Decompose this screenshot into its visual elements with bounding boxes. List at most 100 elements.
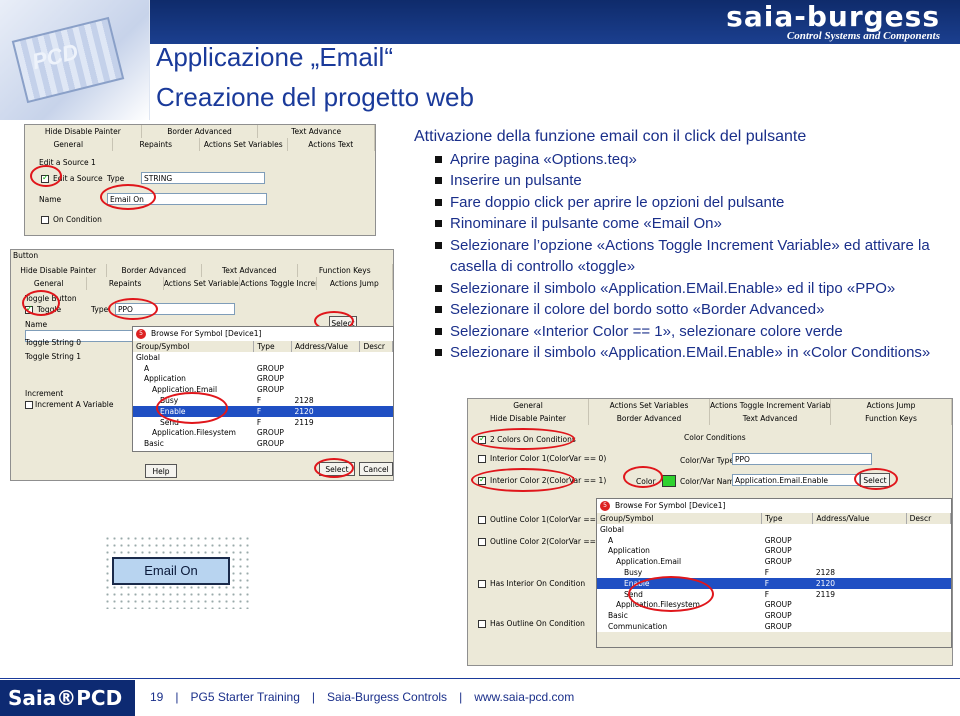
column-header[interactable]: Address/Value xyxy=(812,513,907,524)
table-cell: 2119 xyxy=(815,589,835,599)
table-cell xyxy=(906,556,950,567)
has-outline-checkbox[interactable] xyxy=(478,620,486,628)
tab-hide-disable-painter[interactable]: Hide Disable Painter xyxy=(468,412,589,425)
table-cell xyxy=(360,395,393,406)
outline-color-1-checkbox[interactable] xyxy=(478,516,486,524)
table-row[interactable]: Global xyxy=(133,352,393,363)
tab-actions-jump[interactable]: Actions Jump xyxy=(317,277,393,290)
column-header[interactable]: Address/Value xyxy=(291,341,361,352)
highlight-circle xyxy=(100,184,156,210)
table-cell xyxy=(813,524,906,535)
tab-repaints[interactable]: Repaints xyxy=(87,277,164,290)
tab-general[interactable]: General xyxy=(468,399,589,412)
table-cell: GROUP xyxy=(256,385,284,395)
tab-actions-set-variables[interactable]: Actions Set Variables xyxy=(164,277,241,290)
color-var-type-field[interactable]: PPO xyxy=(732,453,872,465)
tab-hide-disable-painter[interactable]: Hide Disable Painter xyxy=(25,125,142,138)
tab-border-advanced[interactable]: Border Advanced xyxy=(589,412,710,425)
tab-general[interactable]: General xyxy=(25,138,113,151)
table-row[interactable]: Basic GROUP xyxy=(133,438,393,449)
tab-border-advanced[interactable]: Border Advanced xyxy=(107,264,202,277)
tab-text-advanced[interactable]: Text Advanced xyxy=(202,264,298,277)
outline-color-2-checkbox[interactable] xyxy=(478,538,486,546)
tab-text-advanced[interactable]: Text Advance xyxy=(258,125,375,138)
list-item: Rinominare il pulsante come «Email On» xyxy=(414,213,959,235)
table-cell: F xyxy=(256,396,262,406)
table-cell xyxy=(360,449,393,451)
name-label: Name xyxy=(25,320,48,329)
table-row[interactable]: CommunicationGROUP xyxy=(133,449,393,451)
tab-actions-jump[interactable]: Actions Jump xyxy=(831,399,952,412)
tab-text-advanced[interactable]: Text Advanced xyxy=(710,412,831,425)
table-cell xyxy=(360,363,393,374)
website-link[interactable]: www.saia-pcd.com xyxy=(474,690,574,704)
table-row[interactable]: Basic GROUP xyxy=(597,610,951,621)
tab-actions-set-variables[interactable]: Actions Set Variables xyxy=(589,399,710,412)
tab-hide-disable-painter[interactable]: Hide Disable Painter xyxy=(11,264,107,277)
column-header[interactable]: Descr xyxy=(359,341,393,352)
on-condition-checkbox[interactable] xyxy=(41,216,49,224)
table-row[interactable]: Application.Filesystem GROUP xyxy=(133,428,393,439)
instruction-text: Attivazione della funzione email con il … xyxy=(414,126,959,364)
table-cell xyxy=(813,535,906,546)
symbol-name-cell: Application xyxy=(144,374,186,384)
cancel-button[interactable]: Cancel xyxy=(359,462,393,476)
table-cell xyxy=(360,384,393,395)
color-var-name-field[interactable]: Application.Email.Enable xyxy=(732,474,860,486)
table-cell xyxy=(906,610,950,621)
table-cell: 2120 xyxy=(291,405,360,417)
tab-actions-set-variables[interactable]: Actions Set Variables xyxy=(200,138,288,151)
column-header[interactable]: Group/Symbol xyxy=(597,513,763,524)
browse-for-symbol-dialog-2: 5 Browse For Symbol [Device1] Group/Symb… xyxy=(596,498,952,648)
list-item: Fare doppio click per aprire le opzioni … xyxy=(414,192,959,214)
type-field[interactable]: STRING xyxy=(141,172,265,184)
increment-checkbox[interactable] xyxy=(25,401,33,409)
tab-function-keys[interactable]: Function Keys xyxy=(831,412,952,425)
page-number: 19 xyxy=(150,690,164,704)
table-cell xyxy=(359,405,393,417)
has-interior-checkbox[interactable] xyxy=(478,580,486,588)
help-button[interactable]: Help xyxy=(145,464,177,478)
table-cell xyxy=(360,417,393,428)
table-cell: F xyxy=(256,417,262,427)
outline-color-1-label: Outline Color 1(ColorVar == 0) xyxy=(490,515,607,524)
green-color-swatch[interactable] xyxy=(662,475,676,487)
email-on-button[interactable]: Email On xyxy=(112,557,230,585)
table-row[interactable]: A GROUP xyxy=(133,363,393,374)
tab-function-keys[interactable]: Function Keys xyxy=(298,264,393,277)
color-var-name-label: Color/Var Name xyxy=(680,477,739,486)
table-header: Group/Symbol Type Address/Value Descr xyxy=(597,513,951,524)
table-row[interactable]: CommunicationGROUP xyxy=(597,621,951,632)
table-row[interactable]: Application GROUP xyxy=(597,546,951,557)
table-row[interactable]: Global xyxy=(597,524,951,535)
column-header[interactable]: Group/Symbol xyxy=(133,341,255,352)
interior-color-off-checkbox[interactable] xyxy=(478,455,486,463)
tab-general[interactable]: General xyxy=(11,277,88,290)
color-conditions-label: Color Conditions xyxy=(684,433,746,442)
tab-actions-text[interactable]: Actions Text xyxy=(288,138,375,151)
table-cell: GROUP xyxy=(254,449,292,451)
brand-name: saia-burgess xyxy=(726,0,940,33)
tab-row-1: Hide Disable Painter Border Advanced Tex… xyxy=(25,125,375,138)
table-cell xyxy=(906,524,950,535)
table-row[interactable]: Busy F 2128 xyxy=(597,567,951,578)
column-header[interactable]: Type xyxy=(253,341,292,352)
table-row[interactable]: A GROUP xyxy=(597,535,951,546)
tab-repaints[interactable]: Repaints xyxy=(113,138,200,151)
table-cell xyxy=(813,610,906,621)
tab-actions-toggle-increment[interactable]: Actions Toggle Increment Variable xyxy=(240,277,317,290)
tab-border-advanced[interactable]: Border Advanced xyxy=(142,125,259,138)
column-header[interactable]: Type xyxy=(761,513,814,524)
type-label: Type xyxy=(107,174,125,183)
tab-actions-toggle-increment[interactable]: Actions Toggle Increment Variable xyxy=(710,399,831,412)
column-header[interactable]: Descr xyxy=(906,513,951,524)
list-item: Selezionare il simbolo «Application.EMai… xyxy=(414,278,959,300)
table-cell xyxy=(906,535,950,546)
table-cell: GROUP xyxy=(256,374,284,384)
highlight-circle xyxy=(30,165,62,187)
table-cell: F xyxy=(253,405,292,417)
table-cell xyxy=(360,428,393,439)
table-row[interactable]: Application.Email GROUP xyxy=(597,556,951,567)
table-row[interactable]: Application GROUP xyxy=(133,374,393,385)
color-var-type-label: Color/Var Type xyxy=(680,456,734,465)
